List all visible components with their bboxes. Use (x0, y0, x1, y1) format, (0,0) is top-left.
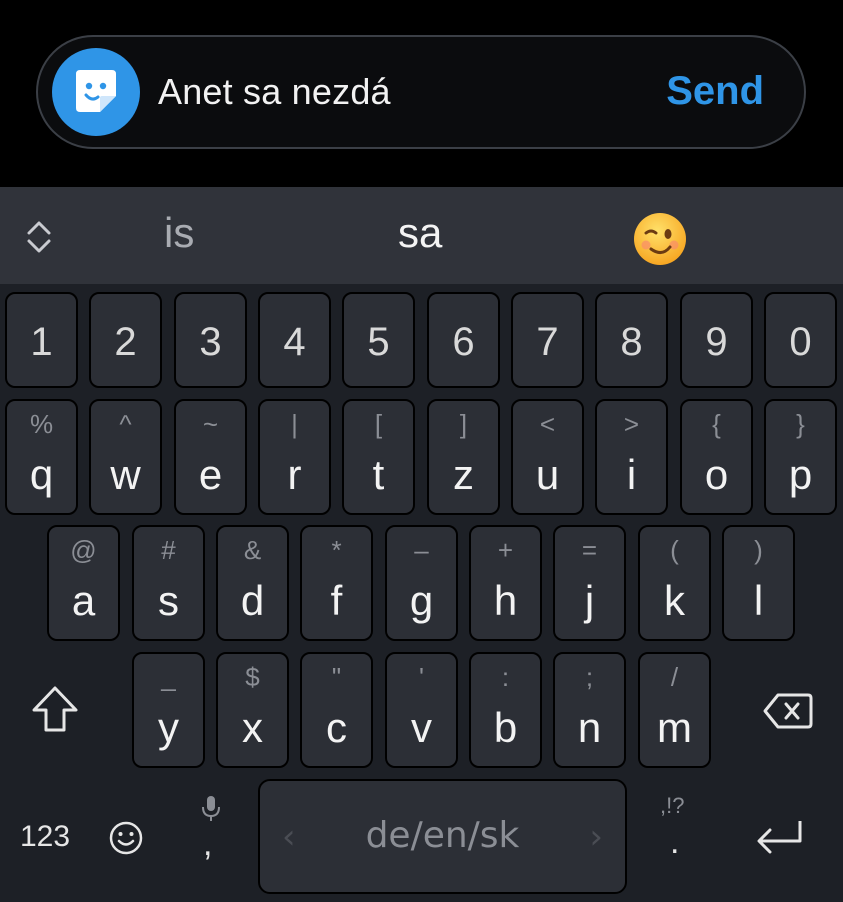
punctuation-hint: ,!? (660, 793, 685, 818)
key-8[interactable]: 8 (595, 292, 668, 388)
key-u[interactable]: < u (511, 399, 584, 515)
key-z[interactable]: ] z (427, 399, 500, 515)
key-l[interactable]: ) l (722, 525, 795, 641)
chevron-right-icon: › (589, 817, 603, 857)
key-n[interactable]: ; n (553, 652, 626, 768)
numbers-key[interactable]: 123 (20, 820, 70, 854)
key-v[interactable]: ' v (385, 652, 458, 768)
suggestion-middle[interactable]: sa (398, 209, 442, 257)
microphone-icon[interactable] (200, 794, 222, 824)
key-1[interactable]: 1 (5, 292, 78, 388)
message-text: Anet sa nezdá (158, 71, 391, 112)
key-d[interactable]: & d (216, 525, 289, 641)
key-4[interactable]: 4 (258, 292, 331, 388)
suggestion-bar: is sa (0, 187, 843, 284)
key-i[interactable]: > i (595, 399, 668, 515)
key-b[interactable]: :b (469, 652, 542, 768)
period-key[interactable]: . (670, 823, 679, 862)
send-button[interactable]: Send (666, 69, 764, 114)
key-s[interactable]: # s (132, 525, 205, 641)
key-g[interactable]: – g (385, 525, 458, 641)
key-y[interactable]: _ y (132, 652, 205, 768)
key-p[interactable]: } p (764, 399, 837, 515)
space-bar[interactable]: ‹ de/en/sk › (258, 779, 627, 894)
key-9[interactable]: 9 (680, 292, 753, 388)
language-label: de/en/sk (365, 815, 520, 856)
comma-key[interactable]: , (203, 825, 212, 864)
shift-icon[interactable] (30, 684, 80, 736)
key-6[interactable]: 6 (427, 292, 500, 388)
suggestion-left[interactable]: is (164, 209, 194, 257)
sticker-icon (76, 70, 116, 112)
key-e[interactable]: ~ e (174, 399, 247, 515)
key-t[interactable]: [t (342, 399, 415, 515)
key-c[interactable]: " c (300, 652, 373, 768)
key-h[interactable]: + h (469, 525, 542, 641)
key-7[interactable]: 7 (511, 292, 584, 388)
key-k[interactable]: (k (638, 525, 711, 641)
key-2[interactable]: 2 (89, 292, 162, 388)
message-input[interactable]: Anet sa nezdá Send (36, 35, 806, 149)
sticker-button[interactable] (52, 48, 140, 136)
expand-collapse-icon[interactable] (22, 217, 56, 257)
key-w[interactable]: ^ w (89, 399, 162, 515)
keyboard: is sa 1 2 3 4 5 6 7 8 9 0 % q ^ w ~ e | r [t… (0, 187, 843, 902)
key-r[interactable]: | r (258, 399, 331, 515)
key-a[interactable]: @ a (47, 525, 120, 641)
key-q[interactable]: % q (5, 399, 78, 515)
enter-icon[interactable] (754, 817, 806, 857)
key-o[interactable]: {o (680, 399, 753, 515)
backspace-icon[interactable] (762, 691, 814, 731)
compose-area: Anet sa nezdá Send (0, 0, 843, 187)
key-m[interactable]: / m (638, 652, 711, 768)
key-j[interactable]: = j (553, 525, 626, 641)
key-5[interactable]: 5 (342, 292, 415, 388)
winking-face-emoji-icon[interactable] (632, 211, 688, 267)
key-f[interactable]: * f (300, 525, 373, 641)
key-0[interactable]: 0 (764, 292, 837, 388)
key-x[interactable]: $ x (216, 652, 289, 768)
emoji-icon[interactable] (108, 820, 144, 856)
key-3[interactable]: 3 (174, 292, 247, 388)
